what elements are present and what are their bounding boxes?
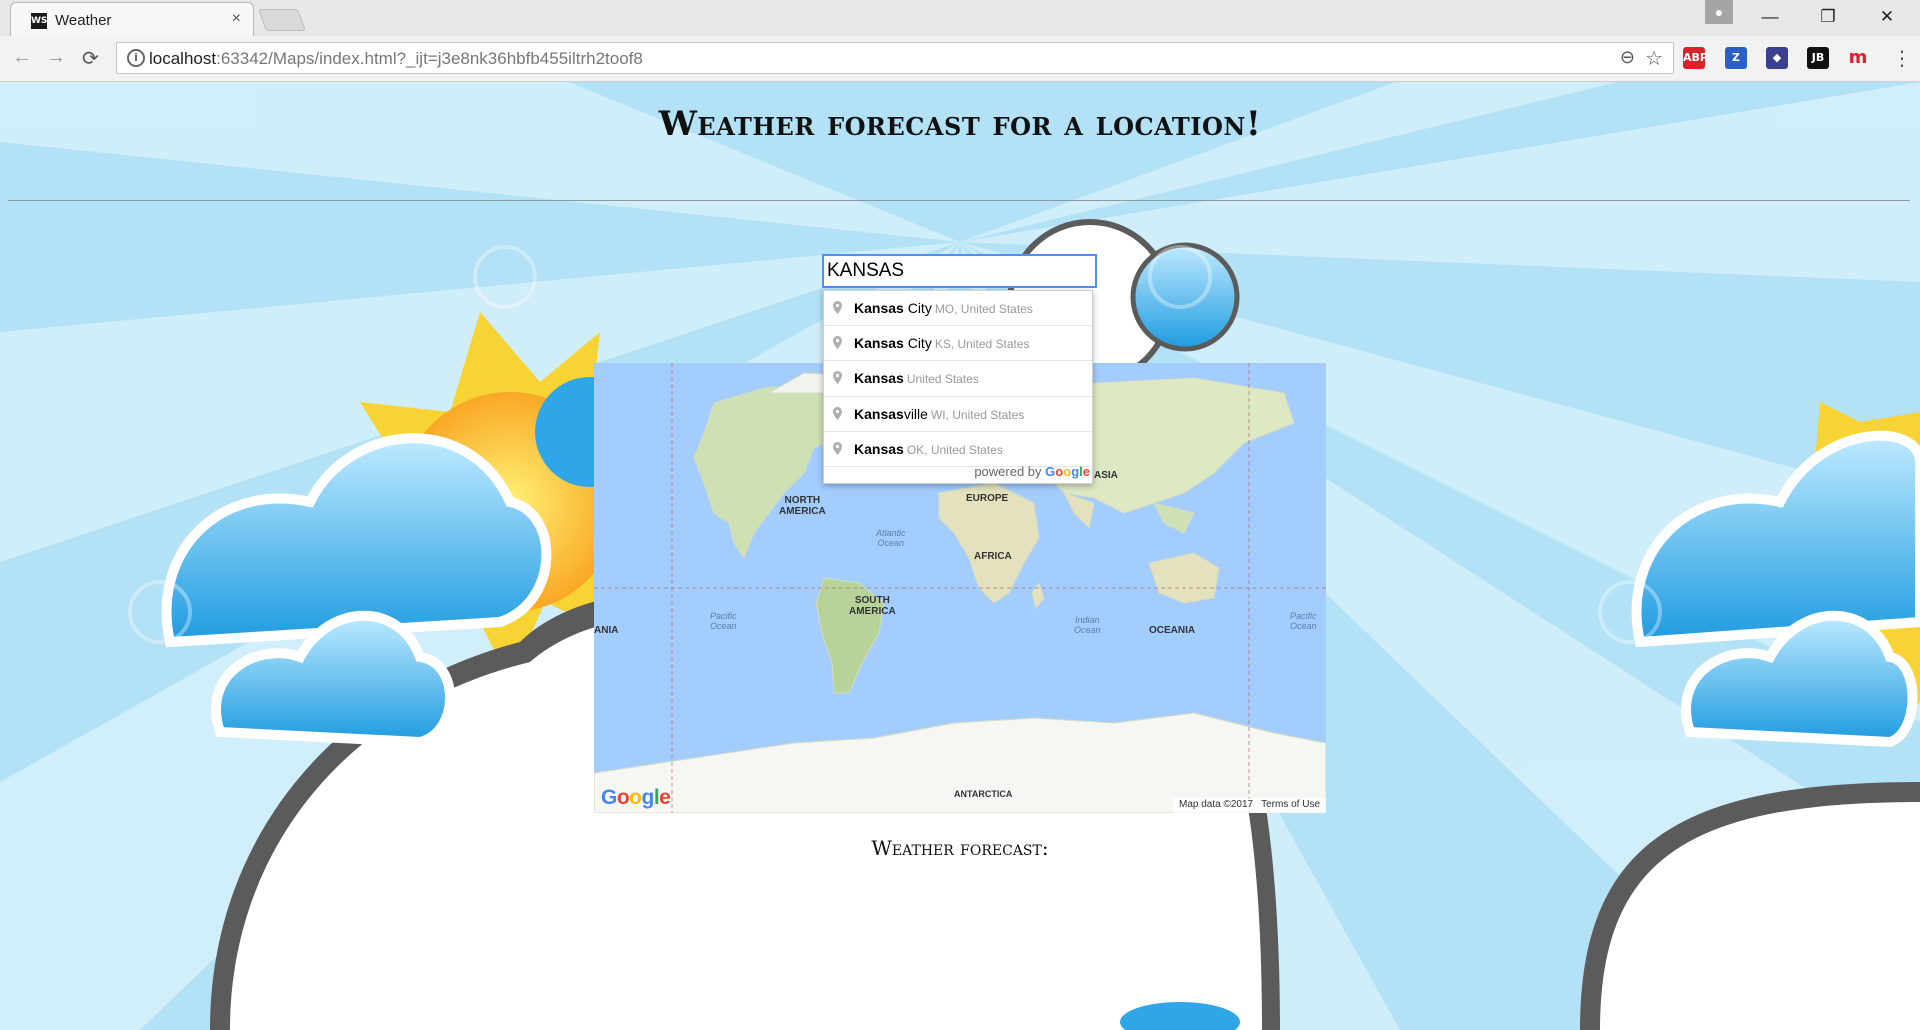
- zotero-icon[interactable]: Z: [1725, 47, 1747, 69]
- autocomplete-secondary: WI, United States: [930, 407, 1025, 422]
- map-pin-icon: [833, 441, 842, 455]
- map-data-text: Map data ©2017: [1179, 799, 1254, 810]
- autocomplete-main: Kansas City: [854, 300, 932, 316]
- info-icon[interactable]: i: [127, 49, 145, 67]
- autocomplete-item[interactable]: Kansas City MO, United States: [824, 291, 1092, 327]
- map-label-north-america: NORTH AMERICA: [779, 495, 826, 517]
- adblock-plus-icon[interactable]: ABP: [1683, 47, 1708, 69]
- map-label-europe: EUROPE: [966, 493, 1009, 504]
- page-title: Weather forecast for a location!: [658, 104, 1262, 144]
- user-profile-icon[interactable]: ●: [1705, 0, 1733, 24]
- tab-weather[interactable]: WS Weather ×: [10, 2, 254, 36]
- location-search-input[interactable]: [822, 254, 1097, 288]
- back-icon[interactable]: ←: [12, 46, 32, 69]
- autocomplete-main: Kansas: [854, 370, 904, 387]
- forward-icon[interactable]: →: [46, 46, 66, 69]
- autocomplete-item[interactable]: Kansas OK, United States: [824, 432, 1092, 467]
- autocomplete-main: Kansas: [854, 440, 904, 457]
- map-pin-icon: [833, 336, 842, 350]
- autocomplete-secondary: KS, United States: [934, 337, 1030, 352]
- close-tab-icon[interactable]: ×: [232, 10, 241, 28]
- map-label-oceania-left: ANIA: [594, 625, 619, 636]
- autocomplete-secondary: United States: [906, 372, 979, 387]
- mendeley-icon[interactable]: m: [1847, 47, 1869, 69]
- divider: [8, 200, 1910, 201]
- autocomplete-dropdown: Kansas City MO, United States Kansas City K…: [823, 290, 1093, 484]
- autocomplete-main: Kansasville: [854, 405, 928, 422]
- map-label-africa: AFRICA: [974, 551, 1012, 562]
- zoom-icon[interactable]: ⊖: [1620, 47, 1635, 68]
- extension-icon[interactable]: ◆: [1766, 47, 1788, 69]
- powered-by-google: powered by Google: [974, 464, 1090, 479]
- map-attribution: Map data ©2017 Terms of Use: [1173, 798, 1326, 813]
- map-label-indian: Indian Ocean: [1074, 615, 1101, 635]
- map-pin-icon: [833, 371, 842, 385]
- bookmark-star-icon[interactable]: ☆: [1645, 46, 1663, 71]
- close-window-button[interactable]: ✕: [1864, 4, 1910, 30]
- map-label-pacific-right: Pacific Ocean: [1290, 611, 1317, 631]
- map-label-atlantic: Atlantic Ocean: [876, 528, 906, 548]
- autocomplete-item[interactable]: Kansas City KS, United States: [824, 326, 1092, 362]
- map-label-oceania: OCEANIA: [1149, 625, 1196, 636]
- autocomplete-secondary: OK, United States: [906, 442, 1003, 457]
- minimize-button[interactable]: —: [1747, 4, 1793, 30]
- url-host: localhost: [149, 49, 217, 68]
- map-pin-icon: [833, 301, 842, 314]
- autocomplete-item[interactable]: Kansas United States: [824, 361, 1092, 397]
- map-label-antarctica: ANTARCTICA: [954, 789, 1013, 799]
- google-logo[interactable]: Google: [601, 786, 671, 810]
- new-tab-button[interactable]: [257, 9, 307, 31]
- jetbrains-icon[interactable]: JB: [1807, 47, 1829, 69]
- map-label-asia: ASIA: [1094, 470, 1118, 481]
- page-body: Weather forecast for a location! Kansas …: [0, 82, 1920, 1030]
- restore-button[interactable]: ❐: [1805, 4, 1851, 30]
- terms-of-use-link[interactable]: Terms of Use: [1261, 799, 1320, 810]
- map-pin-icon: [833, 406, 842, 420]
- reload-icon[interactable]: ⟳: [82, 46, 99, 71]
- url-path: :63342/Maps/index.html?_ijt=j3e8nk36hbfb…: [216, 49, 643, 68]
- autocomplete-secondary: MO, United States: [934, 302, 1033, 316]
- forecast-heading: Weather forecast:: [871, 836, 1049, 860]
- tab-title: Weather: [55, 12, 112, 29]
- autocomplete-main: Kansas City: [854, 335, 932, 352]
- chrome-menu-icon[interactable]: ⋮: [1892, 46, 1912, 71]
- browser-toolbar: ← → ⟳ i localhost:63342/Maps/index.html?…: [0, 36, 1920, 82]
- autocomplete-item[interactable]: Kansasville WI, United States: [824, 397, 1092, 432]
- url-text[interactable]: localhost:63342/Maps/index.html?_ijt=j3e…: [149, 49, 643, 69]
- map-label-south-america: SOUTH AMERICA: [849, 595, 896, 617]
- map-label-pacific-left: Pacific Ocean: [710, 611, 737, 631]
- webstorm-icon: WS: [31, 13, 47, 29]
- tab-strip: WS Weather × ● — ❐ ✕: [0, 0, 1920, 36]
- address-bar[interactable]: i localhost:63342/Maps/index.html?_ijt=j…: [116, 42, 1674, 74]
